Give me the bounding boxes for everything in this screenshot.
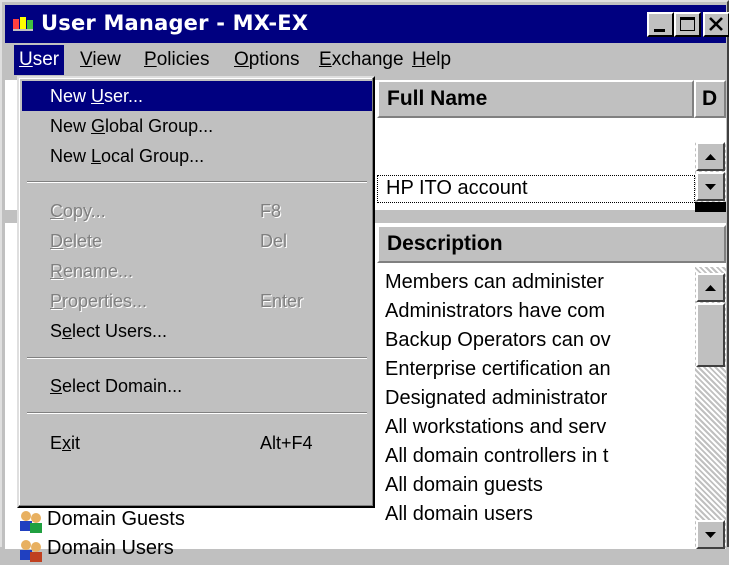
menu-item-new-local-group[interactable]: New Local Group... [22,141,372,171]
menu-item-properties[interactable]: Properties... Enter [22,286,372,316]
menu-exchange[interactable]: Exchange [314,45,409,75]
users-scroll-down-button[interactable] [696,172,725,201]
group-icon [20,511,42,533]
arrow-down-icon [705,184,716,190]
groups-scroll-down-button[interactable] [696,520,725,549]
column-header-description[interactable]: Description [377,225,726,263]
menu-item-copy[interactable]: Copy... F8 [22,196,372,226]
close-icon [709,17,723,31]
scrollbar-corner [695,202,726,212]
group-description[interactable]: Enterprise certification an [385,358,611,381]
menu-options[interactable]: Options [229,45,304,75]
menu-user[interactable]: User [14,45,65,75]
group-description[interactable]: Administrators have com [385,300,605,323]
user-manager-window: User Manager - MX-EX User View Policies … [0,0,729,562]
users-scrollbar[interactable] [695,142,726,210]
group-icon [20,540,42,562]
maximize-button[interactable] [674,12,701,37]
column-header-description-partial[interactable]: D [694,80,726,118]
menu-item-new-global-group[interactable]: New Global Group... [22,111,372,141]
menu-separator [27,357,367,359]
group-description[interactable]: All domain users [385,503,533,526]
arrow-up-icon [705,285,716,291]
group-name: Domain Users [47,537,174,559]
groups-scroll-up-button[interactable] [696,273,725,302]
minimize-icon [654,29,665,32]
title-bar[interactable]: User Manager - MX-EX [5,5,729,43]
group-description[interactable]: Backup Operators can ov [385,329,611,352]
menu-policies[interactable]: Policies [139,45,215,75]
arrow-up-icon [705,154,716,160]
user-full-name: HP ITO account [386,177,528,199]
window-title: User Manager - MX-EX [41,11,309,35]
group-name: Domain Guests [47,508,185,530]
users-scroll-up-button[interactable] [696,142,725,171]
group-description[interactable]: All workstations and serv [385,416,606,439]
menu-view[interactable]: View [75,45,126,75]
arrow-down-icon [705,532,716,538]
group-descriptions: Members can administer Administrators ha… [385,267,693,557]
group-description[interactable]: Members can administer [385,271,604,294]
selected-user-row[interactable]: HP ITO account [377,175,695,203]
menu-item-select-users[interactable]: Select Users... [22,316,372,346]
close-button[interactable] [703,12,729,37]
menu-bar: User View Policies Options Exchange Help [5,45,726,75]
menu-separator [27,181,367,183]
groups-scrollbar[interactable] [695,267,726,549]
group-description[interactable]: All domain guests [385,474,543,497]
group-description[interactable]: Designated administrator [385,387,607,410]
menu-item-new-user[interactable]: New User... [22,81,372,111]
menu-item-delete[interactable]: Delete Del [22,226,372,256]
menu-help[interactable]: Help [407,45,456,75]
menu-item-select-domain[interactable]: Select Domain... [22,371,372,401]
column-header-full-name[interactable]: Full Name [377,80,694,118]
user-manager-app-icon [13,17,33,31]
menu-item-rename[interactable]: Rename... [22,256,372,286]
user-menu-dropdown: New User... New Global Group... New Loca… [17,76,375,508]
group-description[interactable]: All domain controllers in t [385,445,608,468]
maximize-icon [680,17,695,31]
menu-separator [27,412,367,414]
groups-scroll-thumb[interactable] [696,303,725,367]
minimize-button[interactable] [647,12,674,37]
menu-item-exit[interactable]: Exit Alt+F4 [22,428,372,458]
